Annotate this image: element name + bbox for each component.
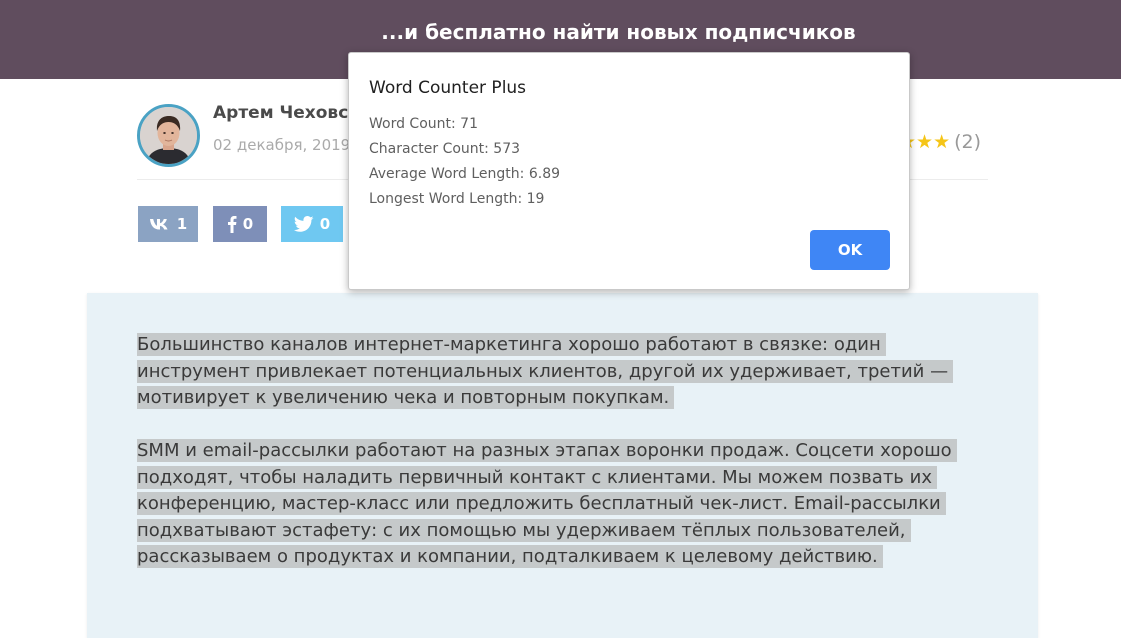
article-paragraph[interactable]: SMM и email-рассылки работают на разных … — [137, 438, 997, 571]
facebook-icon — [227, 215, 237, 233]
longest-word-length-text: Longest Word Length: 19 — [369, 191, 545, 207]
word-counter-dialog: Word Counter Plus Word Count: 71 Charact… — [348, 52, 910, 290]
ok-button[interactable]: OK — [810, 230, 890, 270]
rating[interactable]: ★★★ (2) — [899, 130, 981, 154]
vk-icon — [149, 217, 171, 231]
twitter-icon — [293, 216, 314, 232]
share-twitter-count: 0 — [319, 215, 331, 233]
selected-text[interactable]: SMM и email-рассылки работают на разных … — [137, 439, 957, 568]
word-count-text: Word Count: 71 — [369, 116, 478, 132]
average-word-length-text: Average Word Length: 6.89 — [369, 166, 561, 182]
share-vk-count: 1 — [176, 215, 188, 233]
share-twitter-button[interactable]: 0 — [281, 206, 343, 242]
rating-count: (2) — [954, 131, 982, 153]
author-avatar[interactable] — [137, 104, 200, 167]
dialog-title: Word Counter Plus — [369, 78, 527, 98]
avatar-photo — [140, 107, 197, 164]
share-vk-button[interactable]: 1 — [138, 206, 198, 242]
author-name[interactable]: Артем Чеховск — [213, 101, 360, 125]
article-paragraph[interactable]: Большинство каналов интернет-маркетинга … — [137, 332, 997, 412]
character-count-text: Character Count: 573 — [369, 141, 521, 157]
selected-text[interactable]: Большинство каналов интернет-маркетинга … — [137, 333, 954, 409]
post-date: 02 декабря, 2019 — [213, 136, 351, 154]
banner-title: ...и бесплатно найти новых подписчиков — [381, 20, 856, 44]
share-facebook-button[interactable]: 0 — [213, 206, 267, 242]
share-facebook-count: 0 — [242, 215, 254, 233]
